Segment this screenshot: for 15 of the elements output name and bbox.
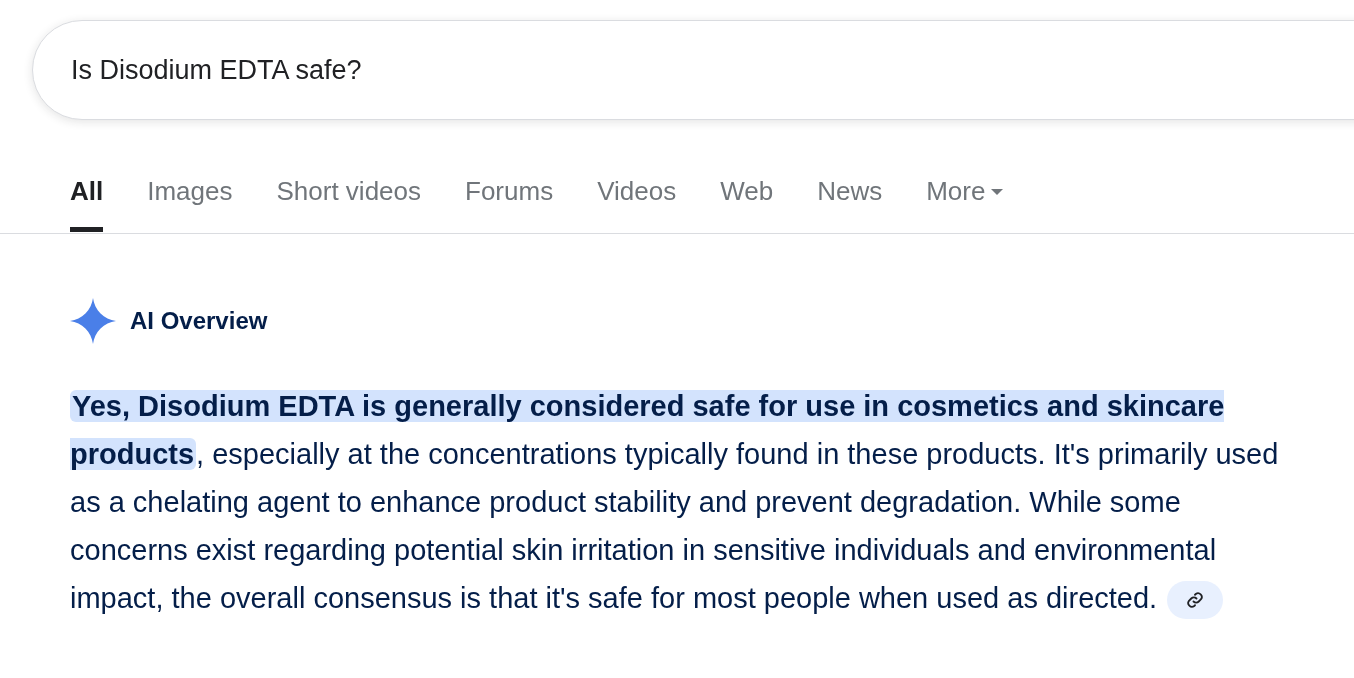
tab[interactable]: Web	[720, 166, 774, 232]
tab[interactable]: Forums	[465, 166, 554, 232]
link-button[interactable]	[1167, 581, 1224, 620]
tab[interactable]: More	[926, 166, 1004, 232]
tab[interactable]: News	[817, 166, 883, 232]
sparkle-icon	[70, 298, 116, 344]
tab[interactable]: Videos	[597, 166, 677, 232]
caret-icon	[991, 189, 1004, 195]
tab[interactable]: Short videos	[276, 166, 422, 232]
tab[interactable]: Images	[147, 166, 233, 232]
search-field[interactable]: Is Disodium EDTA safe?	[71, 54, 671, 86]
answer-text: Yes, Disodium EDTA is generally considered safe for use in cosmetics and skincare products, especially at the concentrations typically found in these products. It's primarily used as a chelating agent to enhance product stability and prevent degradation. While some concerns exist regarding potential skin irritation in sensitive individuals and environmental impact, the overall consensus is that it's safe for most people when used as directed.	[70, 382, 1304, 622]
tab[interactable]: All	[70, 166, 104, 232]
section-title: AI Overview	[130, 307, 268, 335]
link-icon	[1186, 591, 1205, 610]
